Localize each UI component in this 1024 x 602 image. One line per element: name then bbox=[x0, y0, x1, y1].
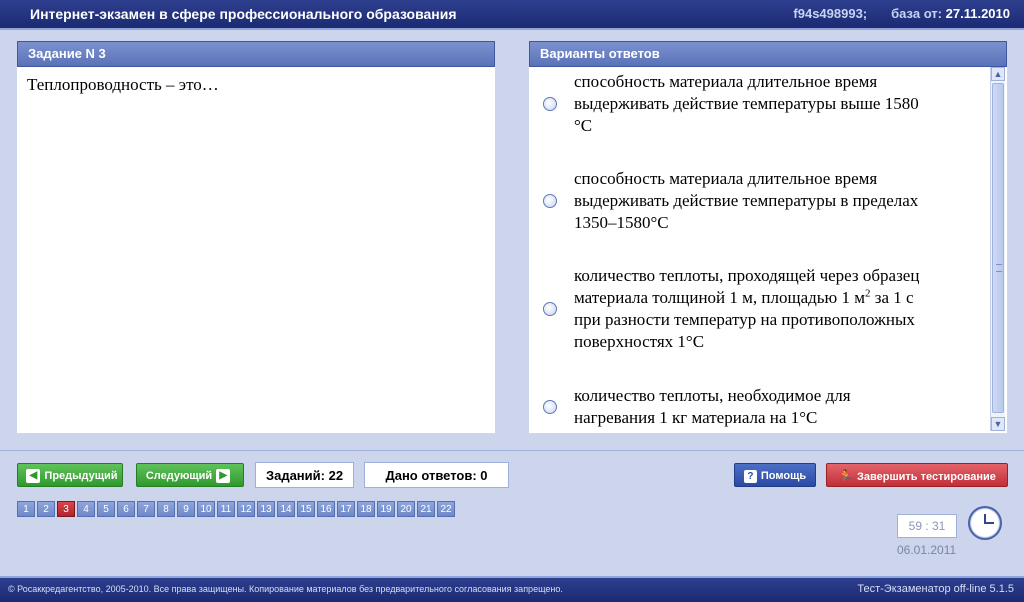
page-button-15[interactable]: 15 bbox=[297, 501, 315, 517]
page-button-14[interactable]: 14 bbox=[277, 501, 295, 517]
answers-panel: Варианты ответов способность материала д… bbox=[529, 41, 1007, 433]
help-icon: ? bbox=[743, 470, 757, 483]
radio-button[interactable] bbox=[543, 97, 557, 111]
page-button-22[interactable]: 22 bbox=[437, 501, 455, 517]
task-panel: Задание N 3 Теплопроводность – это… bbox=[17, 41, 495, 433]
tasks-count: Заданий: 22 bbox=[255, 462, 354, 488]
page-button-2[interactable]: 2 bbox=[37, 501, 55, 517]
page-button-5[interactable]: 5 bbox=[97, 501, 115, 517]
page-button-20[interactable]: 20 bbox=[397, 501, 415, 517]
page-button-18[interactable]: 18 bbox=[357, 501, 375, 517]
page-button-10[interactable]: 10 bbox=[197, 501, 215, 517]
radio-button[interactable] bbox=[543, 302, 557, 316]
page-button-4[interactable]: 4 bbox=[77, 501, 95, 517]
task-header: Задание N 3 bbox=[17, 41, 495, 67]
page-button-8[interactable]: 8 bbox=[157, 501, 175, 517]
answer-text[interactable]: количество теплоты, проходящей через обр… bbox=[574, 265, 974, 353]
finish-test-button[interactable]: 🏃 Завершить тестирование bbox=[826, 463, 1008, 487]
page-button-12[interactable]: 12 bbox=[237, 501, 255, 517]
app-title: Интернет-экзамен в сфере профессионально… bbox=[30, 6, 457, 22]
next-button[interactable]: Следующий ▶ bbox=[136, 463, 244, 487]
copyright-text: © Росаккредагентство, 2005-2010. Все пра… bbox=[8, 584, 563, 594]
exit-runner-icon: 🏃 bbox=[838, 469, 853, 483]
question-text: Теплопроводность – это… bbox=[27, 75, 219, 94]
base-date: 27.11.2010 bbox=[945, 6, 1010, 21]
current-date: 06.01.2011 bbox=[897, 543, 957, 557]
help-button[interactable]: ? Помощь bbox=[734, 463, 816, 487]
page-button-1[interactable]: 1 bbox=[17, 501, 35, 517]
answer-text[interactable]: способность материала длительное время в… bbox=[574, 168, 974, 234]
scroll-thumb[interactable] bbox=[992, 83, 1004, 413]
answers-scrollbar[interactable]: ▲ ▼ bbox=[990, 67, 1005, 431]
scroll-down-icon[interactable]: ▼ bbox=[991, 417, 1005, 431]
footer: © Росаккредагентство, 2005-2010. Все пра… bbox=[0, 576, 1024, 602]
page-button-11[interactable]: 11 bbox=[217, 501, 235, 517]
clock-icon bbox=[968, 506, 1002, 540]
base-label: база от: bbox=[891, 6, 943, 21]
page-button-16[interactable]: 16 bbox=[317, 501, 335, 517]
radio-button[interactable] bbox=[543, 400, 557, 414]
answer-list: способность материала длительное время в… bbox=[529, 67, 1007, 434]
page-button-9[interactable]: 9 bbox=[177, 501, 195, 517]
divider bbox=[0, 450, 1024, 451]
session-id: f94s498993; bbox=[793, 6, 868, 21]
page-button-19[interactable]: 19 bbox=[377, 501, 395, 517]
page-button-7[interactable]: 7 bbox=[137, 501, 155, 517]
arrow-right-icon: ▶ bbox=[216, 469, 231, 484]
title-bar: Интернет-экзамен в сфере профессионально… bbox=[0, 0, 1024, 30]
timer: 59 : 31 bbox=[897, 514, 957, 538]
page-button-17[interactable]: 17 bbox=[337, 501, 355, 517]
page-button-6[interactable]: 6 bbox=[117, 501, 135, 517]
previous-button[interactable]: ◀ Предыдущий bbox=[17, 463, 123, 487]
arrow-left-icon: ◀ bbox=[26, 469, 41, 484]
version-text: Тест-Экзаменатор off-line 5.1.5 bbox=[857, 583, 1014, 595]
session-info: f94s498993; база от: 27.11.2010 bbox=[793, 6, 1010, 21]
radio-button[interactable] bbox=[543, 194, 557, 208]
answer-text[interactable]: способность материала длительное время в… bbox=[574, 71, 974, 137]
scroll-up-icon[interactable]: ▲ bbox=[991, 67, 1005, 81]
grip-icon bbox=[996, 264, 1002, 272]
page-button-3[interactable]: 3 bbox=[57, 501, 75, 517]
answered-count: Дано ответов: 0 bbox=[364, 462, 509, 488]
page-button-13[interactable]: 13 bbox=[257, 501, 275, 517]
answer-text[interactable]: количество теплоты, необходимое для нагр… bbox=[574, 385, 974, 429]
page-button-21[interactable]: 21 bbox=[417, 501, 435, 517]
answers-header: Варианты ответов bbox=[529, 41, 1007, 67]
